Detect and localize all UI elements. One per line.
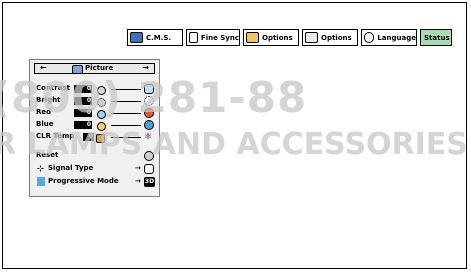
tab-options-alt-label: Options (321, 33, 352, 42)
progressive-mode-label: Progressive Mode (48, 177, 119, 185)
progressive-mode-value: 3D (144, 177, 155, 187)
watermark-slogan: R LAMPS AND ACCESSORIES (0, 127, 468, 162)
tab-language[interactable]: Language (361, 29, 417, 46)
right-arrow-icon[interactable]: → (142, 63, 149, 72)
tab-fine-sync[interactable]: Fine Sync (186, 29, 240, 46)
signal-type-label: Signal Type (48, 164, 94, 172)
tab-options-label: Options (262, 33, 293, 42)
options-icon (246, 32, 259, 43)
signal-type-row[interactable]: ⊹ Signal Type → (36, 164, 158, 174)
blue-slider-track[interactable] (111, 125, 141, 126)
tab-language-label: Language (377, 33, 416, 42)
signal-type-arrow-icon: → (135, 164, 141, 172)
language-icon (364, 32, 375, 43)
fine-sync-icon (189, 32, 198, 43)
progressive-mode-icon (37, 177, 45, 186)
tab-options[interactable]: Options (243, 29, 299, 46)
progressive-mode-row[interactable]: Progressive Mode → 3D (36, 177, 158, 187)
tab-cms-label: C.M.S. (146, 33, 172, 42)
left-arrow-icon[interactable]: ← (40, 63, 47, 72)
signal-type-value-icon (144, 164, 154, 174)
tab-fine-sync-label: Fine Sync (200, 33, 239, 42)
tab-status-label: Status (424, 33, 450, 42)
signal-type-icon: ⊹ (37, 164, 44, 173)
tab-cms[interactable]: C.M.S. (127, 29, 183, 46)
options-alt-icon (305, 32, 318, 43)
tab-options-alt[interactable]: Options (302, 29, 358, 46)
picture-menu-title: Picture (85, 64, 114, 72)
tab-status[interactable]: Status (420, 29, 452, 46)
progressive-mode-arrow-icon: → (135, 177, 141, 185)
watermark-phone: (800) 281-88 (0, 73, 308, 122)
projector-osd-screen: C.M.S. Fine Sync Options Options Languag… (0, 2, 468, 269)
cms-icon (130, 32, 143, 43)
